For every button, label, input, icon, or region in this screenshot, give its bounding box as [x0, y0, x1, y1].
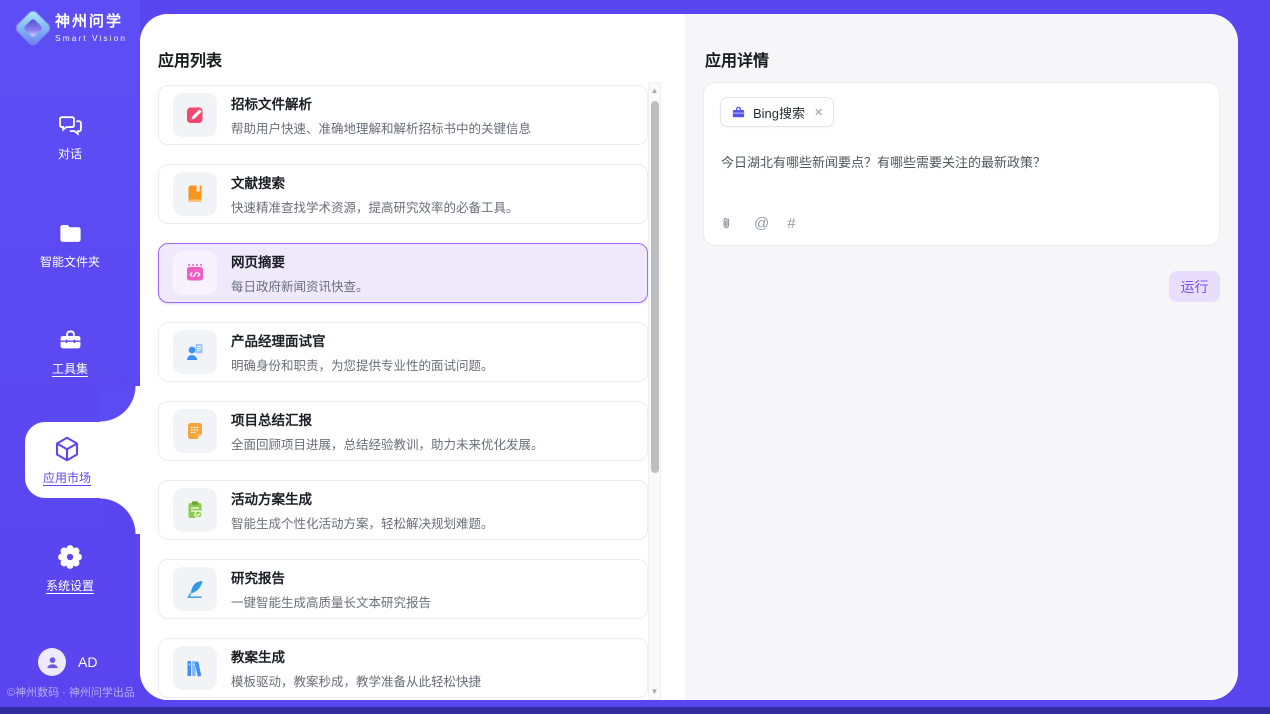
clipboard-check-icon	[173, 488, 217, 532]
app-list-pane: 应用列表 招标文件解析 帮助用户快速、准确地理解和解析招标书中的关键信息 文献搜…	[140, 14, 685, 700]
app-card-pm-interviewer[interactable]: 产品经理面试官 明确身份和职责，为您提供专业性的面试问题。	[158, 322, 648, 382]
app-card-bid-parse[interactable]: 招标文件解析 帮助用户快速、准确地理解和解析招标书中的关键信息	[158, 85, 648, 145]
app-card-desc: 帮助用户快速、准确地理解和解析招标书中的关键信息	[231, 118, 531, 137]
app-card-desc: 明确身份和职责，为您提供专业性的面试问题。	[231, 355, 494, 374]
edit-square-icon	[173, 93, 217, 137]
app-card-desc: 模板驱动，教案秒成，教学准备从此轻松快捷	[231, 671, 481, 690]
mention-icon[interactable]: @	[754, 215, 769, 232]
active-tab-notch-bottom	[100, 498, 146, 534]
quill-icon	[173, 567, 217, 611]
app-card-name: 网页摘要	[231, 251, 369, 271]
app-detail-title: 应用详情	[705, 47, 769, 71]
run-button[interactable]: 运行	[1169, 271, 1220, 302]
cube-icon	[52, 434, 82, 464]
bottom-window-strip	[0, 707, 1270, 714]
app-card-name: 招标文件解析	[231, 93, 531, 113]
sidebar-item-chat[interactable]: 对话	[0, 112, 140, 162]
sidebar-item-app-market-active[interactable]: 应用市场	[25, 422, 146, 498]
brand-name: 神州问学	[55, 14, 127, 31]
user-initials: AD	[78, 654, 97, 670]
app-card-desc: 全面回顾项目进展，总结经验教训，助力未来优化发展。	[231, 434, 544, 453]
tool-tag-label: Bing搜索	[753, 103, 805, 122]
app-list-scrollbar[interactable]: ▲ ▼	[648, 82, 661, 700]
scroll-down-icon[interactable]: ▼	[649, 687, 660, 696]
app-card-event-plan[interactable]: 活动方案生成 智能生成个性化活动方案，轻松解决规划难题。	[158, 480, 648, 540]
app-card-list: 招标文件解析 帮助用户快速、准确地理解和解析招标书中的关键信息 文献搜索 快速精…	[158, 85, 648, 700]
scrollbar-thumb[interactable]	[651, 101, 659, 473]
app-card-literature-search[interactable]: 文献搜索 快速精准查找学术资源，提高研究效率的必备工具。	[158, 164, 648, 224]
app-card-web-summary[interactable]: 网页摘要 每日政府新闻资讯快查。	[158, 243, 648, 303]
toolbox-icon	[57, 327, 84, 354]
book-icon	[173, 172, 217, 216]
app-card-desc: 快速精准查找学术资源，提高研究效率的必备工具。	[231, 197, 519, 216]
diamond-logo-icon	[15, 10, 52, 47]
app-card-lesson-plan[interactable]: 教案生成 模板驱动，教案秒成，教学准备从此轻松快捷	[158, 638, 648, 698]
sidebar: 神州问学 Smart Vision 对话 智能文件夹 工具集 系统设置 AD ©…	[0, 0, 140, 714]
sidebar-item-smart-folder[interactable]: 智能文件夹	[0, 220, 140, 270]
scroll-up-icon[interactable]: ▲	[649, 86, 660, 95]
app-detail-pane: 应用详情 Bing搜索 ✕ 今日湖北有哪些新闻要点？有哪些需要关注的最新政策？ …	[685, 14, 1238, 700]
user-account[interactable]: AD	[38, 648, 97, 676]
sidebar-item-label: 系统设置	[46, 577, 94, 594]
hash-icon[interactable]: #	[787, 215, 795, 232]
note-icon	[173, 409, 217, 453]
copyright-footer: ©神州数码 · 神州问学出品	[7, 684, 140, 700]
app-card-name: 产品经理面试官	[231, 330, 494, 350]
app-card-desc: 智能生成个性化活动方案，轻松解决规划难题。	[231, 513, 494, 532]
app-card-desc: 每日政府新闻资讯快查。	[231, 276, 369, 295]
prompt-card: Bing搜索 ✕ 今日湖北有哪些新闻要点？有哪些需要关注的最新政策？ @ #	[703, 82, 1220, 246]
brand-subtitle: Smart Vision	[55, 34, 127, 43]
query-text-input[interactable]: 今日湖北有哪些新闻要点？有哪些需要关注的最新政策？	[721, 153, 1201, 173]
app-list-title: 应用列表	[158, 47, 222, 71]
chat-icon	[57, 112, 84, 139]
gear-icon	[56, 543, 84, 571]
paperclip-icon[interactable]	[721, 216, 736, 232]
user-avatar-icon	[38, 648, 66, 676]
sidebar-item-label: 对话	[58, 145, 82, 162]
briefcase-icon	[731, 105, 746, 120]
app-card-name: 文献搜索	[231, 172, 519, 192]
sidebar-item-toolbox[interactable]: 工具集	[0, 327, 140, 377]
tool-tag-bing-search[interactable]: Bing搜索 ✕	[720, 97, 834, 127]
sidebar-item-label: 应用市场	[43, 469, 91, 486]
sidebar-item-settings[interactable]: 系统设置	[0, 543, 140, 594]
folder-icon	[57, 220, 84, 247]
app-card-name: 教案生成	[231, 646, 481, 666]
app-card-name: 研究报告	[231, 567, 431, 587]
app-card-name: 项目总结汇报	[231, 409, 544, 429]
attachment-toolbar: @ #	[721, 215, 796, 232]
brand: 神州问学 Smart Vision	[20, 14, 127, 43]
sidebar-item-label: 智能文件夹	[40, 253, 100, 270]
close-icon[interactable]: ✕	[814, 106, 823, 119]
interviewer-icon	[173, 330, 217, 374]
main-panel: 应用列表 招标文件解析 帮助用户快速、准确地理解和解析招标书中的关键信息 文献搜…	[140, 14, 1238, 700]
app-card-research-report[interactable]: 研究报告 一键智能生成高质量长文本研究报告	[158, 559, 648, 619]
active-tab-notch-top	[100, 386, 146, 422]
browser-code-icon	[173, 251, 217, 295]
app-card-desc: 一键智能生成高质量长文本研究报告	[231, 592, 431, 611]
app-card-project-summary[interactable]: 项目总结汇报 全面回顾项目进展，总结经验教训，助力未来优化发展。	[158, 401, 648, 461]
app-card-name: 活动方案生成	[231, 488, 494, 508]
books-icon	[173, 646, 217, 690]
sidebar-item-label: 工具集	[52, 360, 88, 377]
